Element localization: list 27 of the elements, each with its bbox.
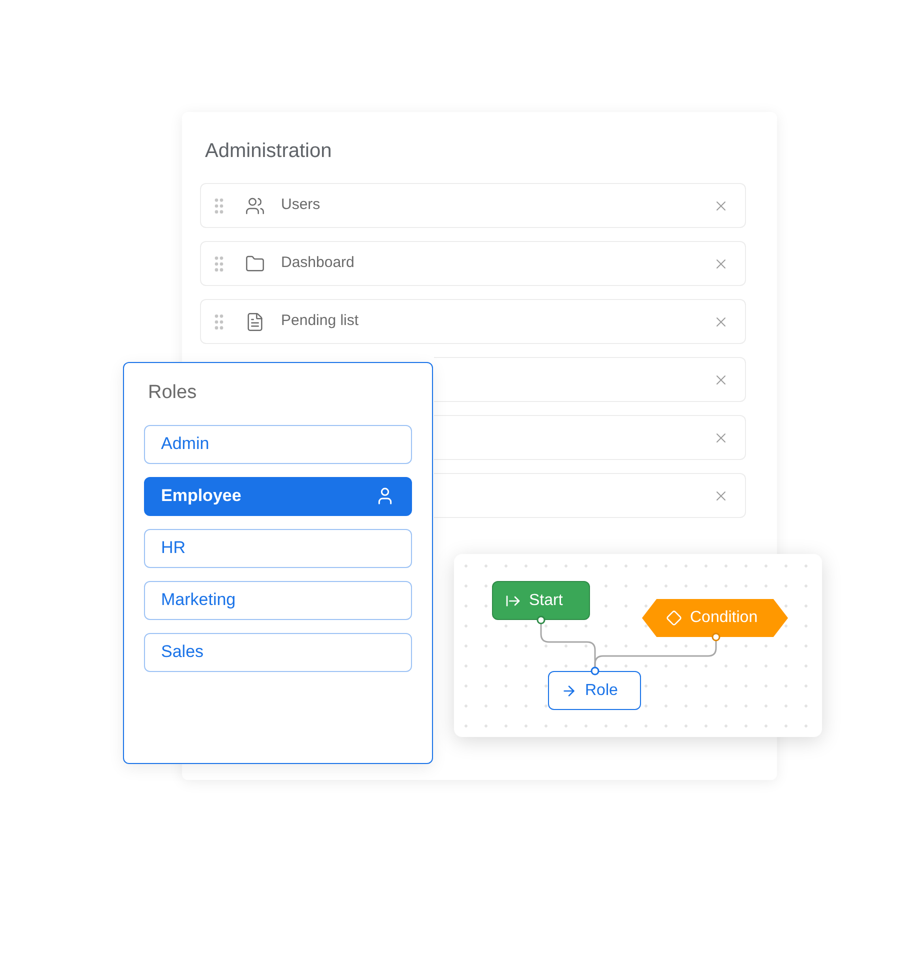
port-dot — [536, 616, 546, 624]
port-dot — [712, 632, 720, 642]
panel-title: Administration — [204, 139, 333, 164]
role-item[interactable]: Admin — [144, 424, 412, 464]
menu-row[interactable]: Dashboard — [200, 241, 746, 286]
start-icon — [505, 592, 521, 608]
panel-title: Roles — [147, 381, 198, 405]
people-icon — [245, 196, 265, 216]
port-dot — [590, 666, 600, 676]
menu-row[interactable]: Users — [200, 183, 746, 228]
role-node[interactable]: Role — [548, 671, 641, 710]
folder-icon — [245, 254, 265, 274]
menu-label: Dashboard — [281, 253, 354, 274]
menu-row[interactable]: Pending list — [200, 299, 746, 344]
node-label: Condition — [690, 608, 758, 628]
menu-label: Users — [281, 195, 320, 216]
diamond-icon — [666, 610, 682, 626]
role-item[interactable]: Marketing — [144, 580, 412, 620]
role-item[interactable]: Employee — [144, 476, 412, 516]
menu-label: Pending list — [281, 311, 359, 332]
role-item[interactable]: Sales — [144, 632, 412, 672]
start-node[interactable]: Start — [492, 581, 590, 620]
node-label: Role — [585, 680, 618, 700]
role-item[interactable]: HR — [144, 528, 412, 568]
arrow-icon — [561, 682, 577, 698]
document-icon — [245, 312, 265, 332]
node-label: Start — [529, 590, 563, 610]
